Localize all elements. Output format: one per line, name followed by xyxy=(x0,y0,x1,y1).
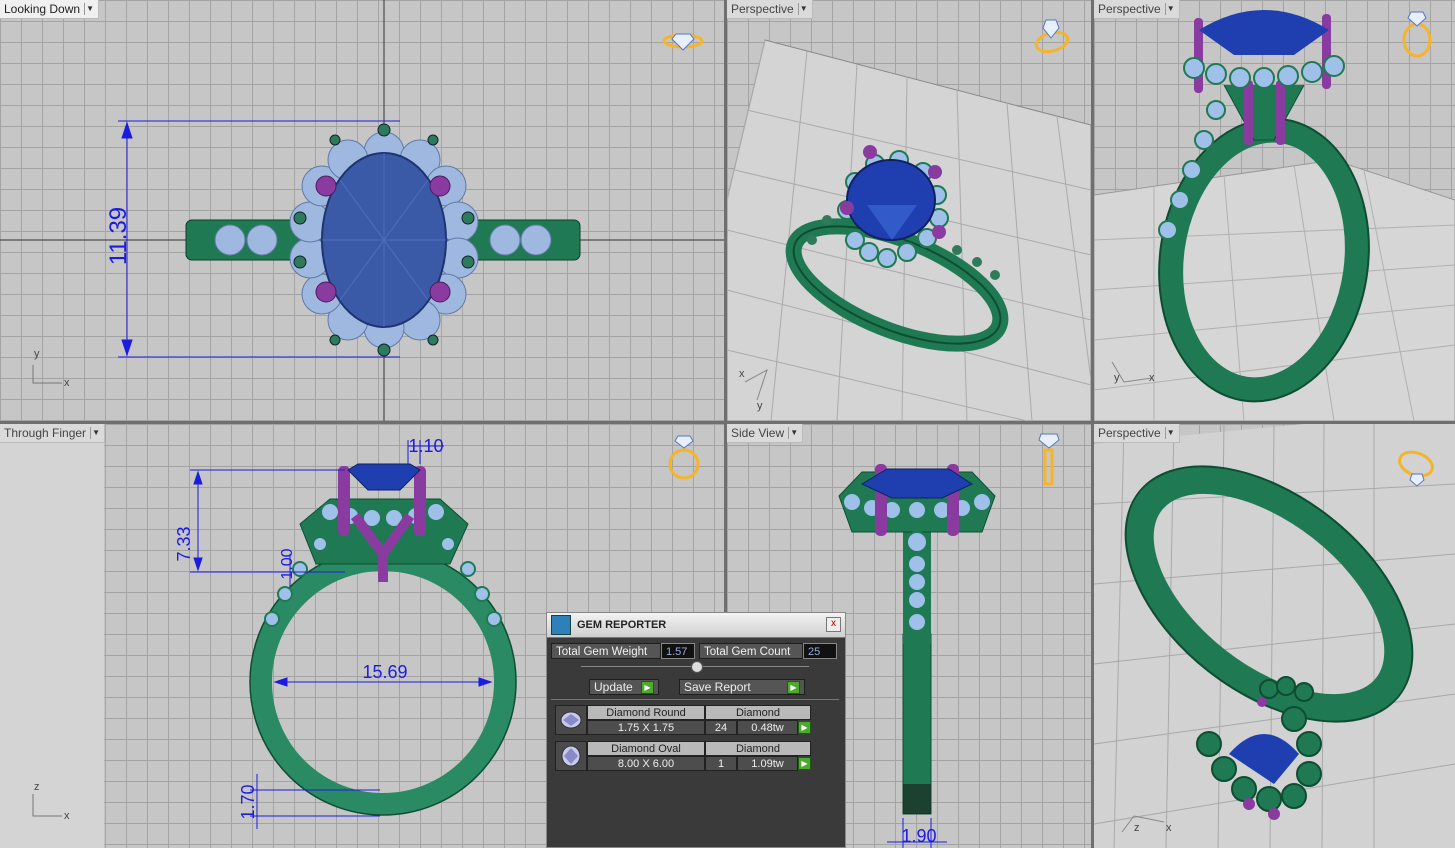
close-icon[interactable]: x xyxy=(826,617,841,632)
play-icon[interactable]: ▶ xyxy=(798,757,811,770)
total-gem-weight-label: Total Gem Weight xyxy=(551,643,661,659)
axis-z-label: z xyxy=(34,781,40,793)
perspective-1-scene xyxy=(727,39,1091,421)
viewport-perspective-1[interactable]: Perspective ▼ x y xyxy=(727,0,1091,421)
oval-diamond-icon xyxy=(561,745,581,767)
diamond-ring-icon xyxy=(662,33,704,51)
gem-material: Diamond xyxy=(705,741,811,756)
viewport-label-perspective-1[interactable]: Perspective ▼ xyxy=(727,0,813,19)
gem-size: 8.00 X 6.00 xyxy=(587,756,705,771)
viewport-label-text: Looking Down xyxy=(4,2,81,16)
gem-name: Diamond Round xyxy=(587,705,705,720)
save-report-button[interactable]: Save Report ▶ xyxy=(679,679,805,695)
update-button[interactable]: Update ▶ xyxy=(589,679,659,695)
gem-count: 24 xyxy=(705,720,737,735)
perspective-2-scene xyxy=(1094,10,1455,421)
total-gem-count-value: 25 xyxy=(803,643,837,659)
viewport-label-text: Side View xyxy=(731,426,785,440)
play-icon: ▶ xyxy=(787,680,800,694)
gem-thumbnail xyxy=(555,705,587,735)
dimension-11-39: 11.39 xyxy=(105,207,132,265)
axis-x-label: x xyxy=(64,810,70,822)
dimension-inner-diameter: 15.69 xyxy=(362,662,407,682)
viewport-label-text: Through Finger xyxy=(4,426,87,440)
dimension-width: 1.90 xyxy=(901,826,936,846)
gem-reporter-titlebar[interactable]: GEM REPORTER xyxy=(547,613,845,638)
diamond-ring-icon xyxy=(1402,11,1432,58)
gem-weight: 1.09tw xyxy=(737,756,798,771)
gem-weight: 0.48tw xyxy=(737,720,798,735)
gem-name: Diamond Oval xyxy=(587,741,705,756)
diamond-ring-icon xyxy=(1398,450,1434,487)
chevron-down-icon[interactable]: ▼ xyxy=(90,427,101,439)
gem-reporter-logo-icon xyxy=(551,615,571,635)
chevron-down-icon[interactable]: ▼ xyxy=(788,427,799,439)
total-gem-weight-value: 1.57 xyxy=(661,643,695,659)
dimension-shank: 1.70 xyxy=(238,784,258,819)
axis-x-label: x xyxy=(739,368,745,380)
dimension-height: 7.33 xyxy=(174,526,194,561)
viewport-perspective-3[interactable]: Perspective ▼ x z xyxy=(1094,424,1455,848)
axis-x-label: x xyxy=(1149,372,1155,384)
chevron-down-icon[interactable]: ▼ xyxy=(84,3,95,15)
dimension-gap: 1.00 xyxy=(279,548,296,579)
viewport-label-perspective-2[interactable]: Perspective ▼ xyxy=(1094,0,1180,19)
axis-y-label: y xyxy=(757,400,763,412)
gem-list-item[interactable]: Diamond Oval Diamond 8.00 X 6.00 1 1.09t… xyxy=(555,741,811,771)
gem-thumbnail xyxy=(555,741,587,771)
divider xyxy=(551,699,839,700)
gem-reporter-panel[interactable]: GEM REPORTER x Total Gem Weight 1.57 Tot… xyxy=(546,612,846,848)
splitter-handle[interactable] xyxy=(691,661,703,673)
play-icon: ▶ xyxy=(641,680,654,694)
viewport-label-perspective-3[interactable]: Perspective ▼ xyxy=(1094,424,1180,443)
viewport-perspective-2[interactable]: Perspective ▼ x y xyxy=(1094,0,1455,421)
gem-item-grid: Diamond Oval Diamond 8.00 X 6.00 1 1.09t… xyxy=(587,741,811,771)
viewport-label-text: Perspective xyxy=(731,2,794,16)
chevron-down-icon[interactable]: ▼ xyxy=(1164,3,1176,15)
dimension-prong: 1.10 xyxy=(408,436,443,456)
save-report-label: Save Report xyxy=(684,680,751,694)
axis-y-label: y xyxy=(1114,372,1120,384)
gem-item-grid: Diamond Round Diamond 1.75 X 1.75 24 0.4… xyxy=(587,705,811,735)
gem-list-item[interactable]: Diamond Round Diamond 1.75 X 1.75 24 0.4… xyxy=(555,705,811,735)
viewport-label-text: Perspective xyxy=(1098,426,1161,440)
gem-count: 1 xyxy=(705,756,737,771)
axis-z-label: z xyxy=(1134,822,1140,834)
axis-x-label: x xyxy=(64,377,70,389)
viewport-label-text: Perspective xyxy=(1098,2,1161,16)
gem-material: Diamond xyxy=(705,705,811,720)
viewport-label-looking-down[interactable]: Looking Down ▼ xyxy=(0,0,100,19)
looking-down-scene: 11.39 xyxy=(0,0,724,421)
chevron-down-icon[interactable]: ▼ xyxy=(1164,427,1176,439)
update-label: Update xyxy=(594,680,633,694)
gem-reporter-title: GEM REPORTER xyxy=(577,619,667,631)
gem-size: 1.75 X 1.75 xyxy=(587,720,705,735)
viewport-label-through-finger[interactable]: Through Finger ▼ xyxy=(0,424,106,443)
axis-y-label: y xyxy=(34,348,40,360)
viewport-label-side-view[interactable]: Side View ▼ xyxy=(727,424,804,443)
round-diamond-icon xyxy=(560,711,582,729)
total-gem-count-label: Total Gem Count xyxy=(699,643,803,659)
play-icon[interactable]: ▶ xyxy=(798,721,811,734)
diamond-ring-icon xyxy=(1034,19,1070,54)
diamond-ring-icon xyxy=(668,435,700,480)
viewport-looking-down[interactable]: 11.39 Looking Down ▼ y x xyxy=(0,0,724,421)
axis-x-label: x xyxy=(1166,822,1172,834)
chevron-down-icon[interactable]: ▼ xyxy=(797,3,809,15)
diamond-ring-icon xyxy=(1038,433,1060,486)
